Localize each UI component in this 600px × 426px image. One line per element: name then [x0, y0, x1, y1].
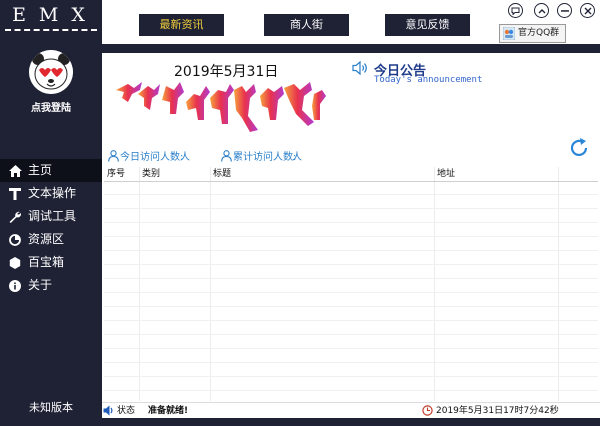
row-divider — [104, 390, 598, 391]
sidebar-item-about[interactable]: 关于 — [0, 274, 102, 297]
tab-latest-news[interactable]: 最新资讯 — [139, 14, 224, 36]
column-header-index[interactable]: 序号 — [107, 167, 125, 181]
chat-icon[interactable] — [508, 3, 523, 18]
refresh-icon[interactable] — [568, 137, 590, 159]
sidebar-item-label: 百宝箱 — [28, 255, 65, 269]
sidebar-item-label: 主页 — [28, 163, 53, 177]
column-header-title[interactable]: 标题 — [213, 167, 231, 181]
row-divider — [104, 334, 598, 335]
avatar[interactable] — [29, 50, 73, 94]
banner-image — [116, 82, 326, 132]
sidebar-item-resources[interactable]: 资源区 — [0, 228, 102, 251]
status-label: 状态 — [117, 406, 136, 416]
sidebar-item-debug-tools[interactable]: 调试工具 — [0, 205, 102, 228]
tab-merchant-street[interactable]: 商人街 — [264, 14, 349, 36]
row-divider — [104, 236, 598, 237]
bottom-strip — [102, 418, 600, 426]
panda-avatar-icon — [29, 50, 73, 94]
qq-group-button[interactable]: 官方QQ群 — [499, 24, 566, 43]
sidebar-item-home[interactable]: 主页 — [0, 159, 102, 182]
row-divider — [104, 250, 598, 251]
column-header-category[interactable]: 类别 — [142, 167, 160, 181]
version-label: 未知版本 — [29, 401, 73, 414]
status-value: 准备就绪! — [148, 406, 189, 416]
user-icon — [221, 147, 232, 162]
column-header-address[interactable]: 地址 — [437, 167, 455, 181]
hexagon-icon — [8, 251, 22, 274]
row-divider — [104, 320, 598, 321]
row-divider — [104, 264, 598, 265]
row-divider — [104, 208, 598, 209]
row-divider — [104, 194, 598, 195]
text-icon — [8, 182, 22, 205]
sidebar-item-label: 调试工具 — [28, 209, 77, 223]
row-divider — [104, 348, 598, 349]
column-divider — [434, 167, 435, 401]
table-header: 序号 类别 标题 地址 — [104, 167, 598, 182]
date-label: 2019年5月31日 — [174, 64, 279, 80]
sidebar-item-label: 文本操作 — [28, 186, 77, 200]
total-visits-value: 人 — [292, 152, 302, 163]
wrench-icon — [8, 205, 22, 228]
qq-group-icon — [503, 27, 515, 40]
login-link[interactable]: 点我登陆 — [0, 99, 102, 114]
today-visits-label: 今日访问人数: — [120, 152, 184, 163]
sidebar-nav: 主页 文本操作 调试工具 资源区 百宝箱 关于 — [0, 159, 102, 297]
sidebar-item-label: 资源区 — [28, 232, 65, 246]
collapse-up-icon[interactable] — [534, 3, 549, 18]
row-divider — [104, 278, 598, 279]
news-table[interactable]: 序号 类别 标题 地址 — [104, 167, 598, 401]
pie-chart-icon — [8, 228, 22, 251]
total-visits-label: 累计访问人数: — [233, 152, 297, 163]
column-divider — [210, 167, 211, 401]
row-divider — [104, 306, 598, 307]
close-icon[interactable] — [580, 3, 595, 18]
row-divider — [104, 222, 598, 223]
status-datetime: 2019年5月31日17时7分42秒 — [436, 406, 559, 416]
info-icon — [8, 274, 22, 297]
user-icon — [108, 147, 119, 162]
qq-button-label: 官方QQ群 — [518, 28, 560, 38]
sidebar-item-label: 关于 — [28, 278, 53, 292]
announcement-speaker-icon — [352, 60, 368, 76]
status-bar: 状态 准备就绪! 2019年5月31日17时7分42秒 — [102, 402, 600, 419]
row-divider — [104, 362, 598, 363]
brand-underline — [5, 29, 97, 31]
minimize-icon[interactable] — [557, 3, 572, 18]
tab-feedback[interactable]: 意见反馈 — [385, 14, 470, 36]
sidebar-item-text-ops[interactable]: 文本操作 — [0, 182, 102, 205]
today-visits-value: 人 — [180, 152, 190, 163]
sidebar-item-toolbox[interactable]: 百宝箱 — [0, 251, 102, 274]
column-divider — [139, 167, 140, 401]
row-divider — [104, 376, 598, 377]
announcement-subtitle: Today's announcement — [374, 75, 483, 85]
row-divider — [104, 292, 598, 293]
home-icon — [8, 159, 22, 182]
column-divider — [558, 167, 559, 401]
